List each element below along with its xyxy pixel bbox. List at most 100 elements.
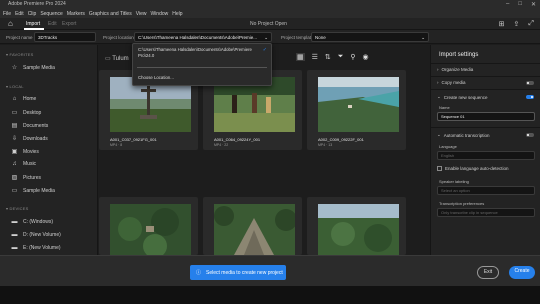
sidebar-item-home[interactable]: ⌂ Home — [11, 96, 37, 102]
divider — [431, 63, 540, 64]
tab-import[interactable]: Import — [26, 21, 40, 28]
menu-sequence[interactable]: Sequence — [40, 10, 63, 18]
breadcrumb-item[interactable]: Tulum — [112, 56, 128, 62]
tab-edit[interactable]: Edit — [48, 21, 57, 28]
menu-bar: File Edit Clip Sequence Markers Graphics… — [0, 10, 540, 18]
checkbox[interactable] — [437, 166, 442, 171]
media-card[interactable] — [203, 197, 302, 255]
maximize-icon[interactable]: □ — [518, 1, 522, 8]
menu-markers[interactable]: Markers — [67, 10, 85, 18]
window-title: Adobe Premiere Pro 2024 — [8, 1, 66, 7]
sort-icon[interactable]: ⇅ — [325, 53, 331, 61]
menu-clip[interactable]: Clip — [28, 10, 37, 18]
create-sequence-row[interactable]: ⌄ Create new sequence — [437, 94, 488, 100]
project-template-select[interactable]: None ⌄ — [311, 32, 429, 42]
preferences-select[interactable]: Only transcribe clip in sequence — [437, 208, 535, 217]
sidebar-item-sample-media-fav[interactable]: ☆ Sample Media — [11, 64, 55, 72]
auto-detect-row[interactable]: Enable language auto-detection — [437, 166, 509, 171]
auto-transcription-toggle[interactable] — [526, 133, 534, 137]
chevron-down-icon: ⌄ — [421, 35, 425, 40]
exit-button[interactable]: Exit — [477, 266, 499, 279]
sidebar-item-drive-d[interactable]: ▬ D: (New Volume) — [11, 232, 61, 238]
media-card[interactable] — [307, 197, 406, 255]
menu-help[interactable]: Help — [172, 10, 182, 18]
clip-meta: MP4 · 22 — [214, 143, 229, 147]
divider — [431, 127, 540, 128]
taskbar — [0, 286, 540, 304]
menu-graphics[interactable]: Graphics and Titles — [89, 10, 132, 18]
filter-icon[interactable]: ⏷ — [338, 53, 344, 61]
speaker-select[interactable]: Select an option — [437, 186, 535, 195]
document-name: No Project Open — [250, 21, 287, 27]
location-option[interactable]: C:\Users\Thameena Halsdalen\Documents\Ad… — [138, 47, 252, 59]
desktop-icon: ▭ — [11, 110, 18, 116]
media-card[interactable] — [99, 197, 198, 255]
clip-name: A001_C064_09224Y_001 — [214, 137, 261, 142]
project-location-label: Project location — [103, 35, 134, 40]
workspace-nav: ⌂ Import Edit Export No Project Open ⊞ ⇪… — [0, 18, 540, 30]
auto-transcription-row[interactable]: ⌄ Automatic transcription — [437, 132, 490, 138]
local-heading: ▾ LOCAL — [6, 84, 24, 89]
drive-icon: ▬ — [11, 245, 18, 251]
preferences-label: Transcription preferences — [439, 201, 485, 206]
location-dropdown: C:\Users\Thameena Halsdalen\Documents\Ad… — [132, 43, 272, 86]
footer-bar: ⓘ Select media to create new project Exi… — [0, 255, 540, 286]
panel-title: Import settings — [439, 52, 479, 58]
menu-view[interactable]: View — [136, 10, 147, 18]
devices-heading: ▾ DEVICES — [6, 206, 29, 211]
sidebar: ▾ FAVORITES ☆ Sample Media ▾ LOCAL ⌂ Home … — [0, 45, 98, 255]
media-card[interactable]: A002_C009_09222F_001 MP4 · 13 — [307, 70, 406, 150]
sidebar-item-pictures[interactable]: ▨ Pictures — [11, 174, 41, 182]
sidebar-item-drive-c[interactable]: ▬ C: (Windows) — [11, 219, 54, 225]
organize-media-row[interactable]: › Organize Media — [437, 67, 473, 72]
drive-icon: ▬ — [11, 219, 18, 225]
music-icon: ♫ — [12, 161, 17, 167]
clip-name: A002_C009_09222F_001 — [318, 137, 364, 142]
list-view-icon[interactable]: ☰ — [312, 53, 318, 61]
home-icon: ⌂ — [12, 96, 17, 102]
sidebar-item-music[interactable]: ♫ Music — [11, 161, 36, 167]
menu-window[interactable]: Window — [150, 10, 168, 18]
status-toast: ⓘ Select media to create new project — [190, 265, 286, 280]
breadcrumb: ▭ Tulum — [105, 55, 129, 62]
view-options-icon[interactable]: ◉ — [363, 53, 369, 61]
sidebar-item-drive-e[interactable]: ▬ E: (New Volume) — [11, 245, 61, 251]
copy-media-toggle[interactable] — [526, 81, 534, 85]
workspaces-icon[interactable]: ⊞ — [499, 20, 505, 28]
create-button[interactable]: Create — [509, 266, 535, 279]
project-name-label: Project name — [6, 35, 33, 40]
import-settings-panel: Import settings › Organize Media › Copy me… — [430, 45, 540, 255]
divider — [431, 89, 540, 90]
menu-edit[interactable]: Edit — [15, 10, 24, 18]
chevron-right-icon: › — [437, 80, 439, 85]
create-sequence-toggle[interactable] — [526, 95, 534, 99]
zoom-icon[interactable]: ⚲ — [350, 53, 355, 61]
close-icon[interactable]: ✕ — [531, 1, 536, 8]
folder-icon: ▭ — [11, 188, 18, 194]
sidebar-item-downloads[interactable]: ⇩ Downloads — [11, 135, 48, 143]
quick-export-icon[interactable]: ⇪ — [514, 20, 520, 28]
menu-file[interactable]: File — [3, 10, 11, 18]
sidebar-item-documents[interactable]: ▤ Documents — [11, 122, 49, 130]
sidebar-item-desktop[interactable]: ▭ Desktop — [11, 109, 42, 117]
home-icon[interactable]: ⌂ — [8, 20, 13, 28]
sidebar-item-sample-media[interactable]: ▭ Sample Media — [11, 187, 55, 195]
info-icon: ⓘ — [196, 270, 202, 276]
project-template-label: Project template — [281, 35, 314, 40]
fullscreen-icon[interactable]: ⤢ — [528, 20, 534, 28]
project-name-input[interactable]: 3DTracks — [34, 32, 96, 42]
project-location-select[interactable]: C:\Users\Thameena Halsdalen\Documents\Ad… — [134, 32, 272, 42]
grid-view-icon[interactable]: ▦ — [296, 53, 305, 61]
sidebar-item-movies[interactable]: ▣ Movies — [11, 148, 39, 156]
chevron-down-icon: ⌄ — [264, 35, 268, 40]
minimize-icon[interactable]: – — [506, 1, 509, 8]
clip-thumbnail — [214, 204, 295, 255]
drive-icon: ▬ — [11, 232, 18, 238]
sequence-name-input[interactable]: Sequence 01 — [437, 112, 535, 121]
chevron-down-icon: ⌄ — [437, 132, 441, 137]
tab-export[interactable]: Export — [62, 21, 76, 28]
choose-location-option[interactable]: Choose Location... — [138, 75, 174, 80]
copy-media-row[interactable]: › Copy media — [437, 80, 466, 85]
language-select[interactable]: English — [437, 151, 535, 160]
clip-meta: MP4 · 8 — [110, 143, 123, 147]
